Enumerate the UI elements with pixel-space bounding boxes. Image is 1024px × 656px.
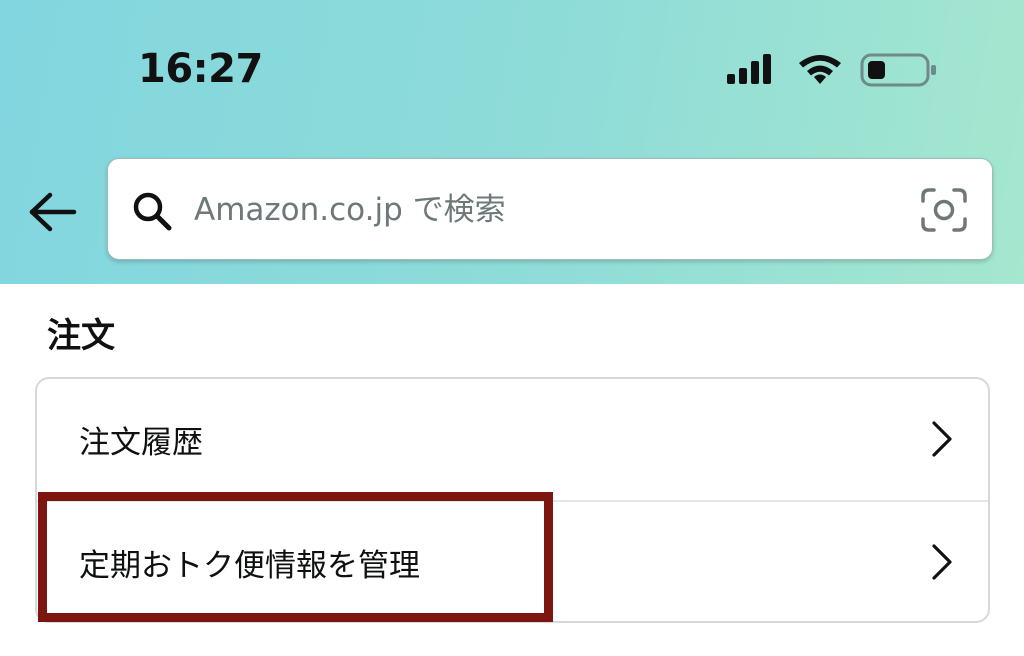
status-time: 16:27 [138, 46, 263, 92]
search-icon[interactable] [130, 189, 174, 233]
menu-item-label: 注文履歴 [79, 425, 203, 461]
cellular-signal-icon [727, 54, 771, 84]
app-header: 16:27 [0, 0, 1024, 284]
back-arrow-icon[interactable] [26, 192, 78, 232]
highlight-annotation-box [38, 492, 553, 622]
search-input[interactable] [194, 183, 894, 237]
battery-icon [860, 53, 936, 87]
chevron-right-icon [932, 421, 952, 457]
camera-scan-icon[interactable] [920, 187, 968, 233]
wifi-icon [799, 55, 841, 84]
search-bar[interactable] [107, 158, 993, 260]
section-title-orders: 注文 [47, 316, 115, 356]
menu-item-order-history[interactable]: 注文履歴 [37, 379, 988, 500]
chevron-right-icon [932, 544, 952, 580]
